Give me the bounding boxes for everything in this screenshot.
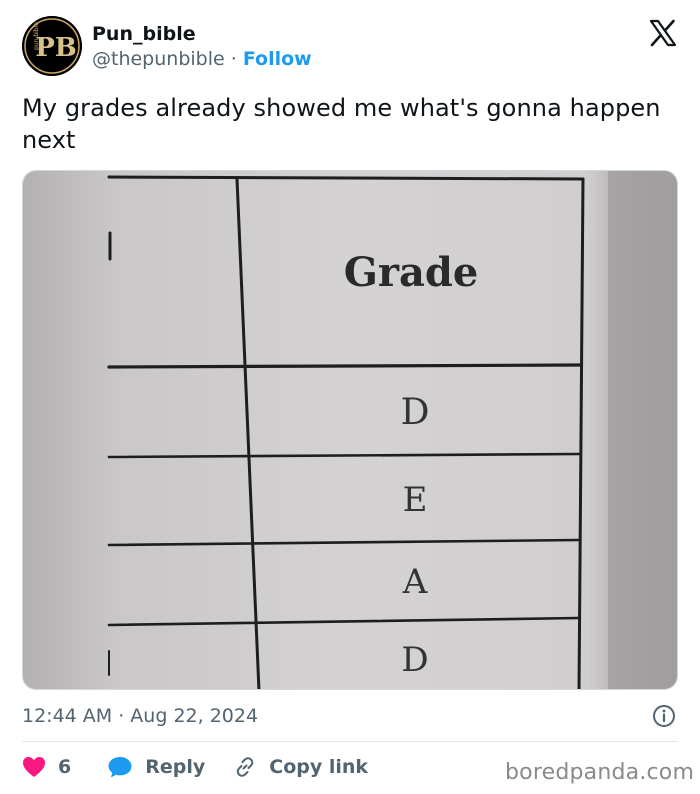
separator: ·: [230, 48, 237, 70]
handle-row: @thepunbible · Follow: [92, 47, 312, 71]
like-button[interactable]: 6: [22, 756, 71, 778]
copy-link-button[interactable]: Copy link: [233, 755, 368, 779]
grade-cell-1: D: [401, 392, 430, 433]
tweet-text: My grades already showed me what's gonna…: [22, 94, 661, 154]
grade-cell-4: D: [401, 640, 428, 680]
avatar-monogram: PB: [35, 33, 77, 63]
x-logo-icon[interactable]: [649, 19, 677, 47]
reply-label: Reply: [145, 756, 206, 778]
tweet-photo[interactable]: Grade D E A D: [22, 170, 678, 690]
reply-button[interactable]: Reply: [107, 755, 205, 779]
handle[interactable]: @thepunbible: [92, 48, 225, 70]
follow-button[interactable]: Follow: [243, 48, 312, 70]
heart-icon: [23, 757, 45, 777]
action-bar: 6 Reply Copy link: [22, 752, 368, 782]
copy-link-label: Copy link: [269, 756, 369, 778]
link-icon: [236, 757, 254, 777]
avatar[interactable]: pun bible PB: [22, 16, 82, 76]
speech-bubble-icon: [108, 757, 132, 778]
grade-cell-3: A: [402, 562, 428, 602]
tweet-timestamp[interactable]: 12:44 AM · Aug 22, 2024: [22, 703, 258, 729]
divider: [22, 741, 678, 742]
watermark: boredpanda.com: [505, 760, 695, 785]
display-name[interactable]: Pun_bible: [92, 22, 196, 46]
grade-header-label: Grade: [344, 249, 479, 296]
info-icon[interactable]: [652, 704, 676, 728]
grade-cell-2: E: [403, 480, 428, 520]
like-count: 6: [58, 756, 72, 778]
